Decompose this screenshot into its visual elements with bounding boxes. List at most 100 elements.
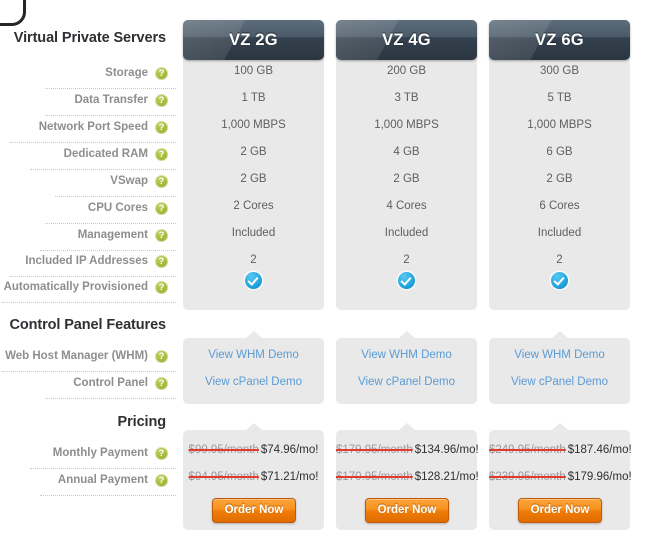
help-question-icon[interactable]: ? — [155, 254, 168, 268]
order-now-button[interactable]: Order Now — [518, 498, 602, 523]
feature-label-data-transfer: Data Transfer? — [45, 90, 176, 116]
annual-price-new: $179.96/mo! — [567, 471, 632, 483]
monthly-price-row: $179.95/month $134.96/mo! — [336, 444, 479, 456]
plan-demo-panel — [336, 331, 477, 404]
spec-value-dedicated-ram: 2 GB — [240, 146, 267, 158]
feature-label-included-ip-addresses: Included IP Addresses? — [10, 251, 176, 277]
help-question-icon[interactable]: ? — [155, 446, 168, 460]
section-heading-pricing: Pricing — [117, 414, 167, 430]
feature-label-management: Management? — [40, 225, 176, 251]
spec-value-dedicated-ram: 4 GB — [393, 146, 420, 158]
spec-value-storage: 100 GB — [234, 65, 273, 77]
spec-value-cpu-cores: 2 Cores — [233, 200, 274, 212]
feature-label-annual-payment: Annual Payment? — [40, 470, 176, 496]
section-heading-vps: Virtual Private Servers — [13, 30, 166, 46]
plan-specs-panel — [489, 20, 630, 310]
monthly-price-new: $74.96/mo! — [260, 444, 319, 456]
help-question-icon[interactable]: ? — [155, 93, 168, 107]
help-question-icon[interactable]: ? — [155, 228, 168, 242]
feature-label-text: Automatically Provisioned — [3, 281, 148, 293]
order-now-button[interactable]: Order Now — [212, 498, 296, 523]
monthly-price-old: $99.95/month — [188, 444, 259, 456]
spec-value-management: Included — [231, 227, 276, 239]
view-whm-demo-link[interactable]: View WHM Demo — [183, 349, 324, 361]
spec-value-data-transfer: 1 TB — [241, 92, 266, 104]
monthly-price-new: $134.96/mo! — [414, 444, 479, 456]
spec-value-vswap: 2 GB — [240, 173, 267, 185]
spec-value-management: Included — [537, 227, 582, 239]
spec-value-network-port-speed: 1,000 MBPS — [527, 119, 592, 131]
help-question-icon[interactable]: ? — [155, 201, 168, 215]
spec-value-auto-provisioned — [489, 272, 630, 292]
feature-label-whm: Web Host Manager (WHM)? — [2, 346, 176, 372]
feature-label-text: Data Transfer — [74, 94, 148, 106]
spec-value-included-ips: 2 — [250, 254, 257, 266]
panel-notch — [550, 331, 569, 339]
spec-value-auto-provisioned — [183, 272, 324, 292]
panel-notch — [397, 423, 416, 431]
annual-price-old: $170.95/month — [336, 471, 413, 483]
help-question-icon[interactable]: ? — [155, 66, 168, 80]
blue-check-icon — [245, 272, 262, 289]
annual-price-row: $170.95/month $128.21/mo! — [336, 471, 479, 483]
feature-label-text: Control Panel — [73, 377, 148, 389]
help-question-icon[interactable]: ? — [155, 349, 168, 363]
monthly-price-new: $187.46/mo! — [567, 444, 632, 456]
feature-label-text: Storage — [105, 67, 148, 79]
plan-header-vz-6g[interactable]: VZ 6G — [489, 20, 630, 60]
view-cpanel-demo-link[interactable]: View cPanel Demo — [489, 376, 630, 388]
view-cpanel-demo-link[interactable]: View cPanel Demo — [183, 376, 324, 388]
plan-name: VZ 6G — [535, 31, 584, 49]
feature-label-monthly-payment: Monthly Payment? — [30, 443, 176, 469]
help-question-icon[interactable]: ? — [155, 376, 168, 390]
annual-price-new: $128.21/mo! — [414, 471, 479, 483]
feature-label-text: Dedicated RAM — [63, 148, 148, 160]
feature-label-storage: Storage? — [45, 63, 176, 89]
spec-value-data-transfer: 5 TB — [547, 92, 572, 104]
feature-label-automatically-provisioned: Automatically Provisioned? — [2, 277, 176, 303]
feature-label-text: Monthly Payment — [52, 447, 148, 459]
panel-notch — [244, 331, 263, 339]
feature-label-control-panel: Control Panel? — [45, 373, 176, 399]
section-heading-control-panel: Control Panel Features — [9, 317, 166, 333]
feature-label-text: CPU Cores — [87, 202, 148, 214]
help-question-icon[interactable]: ? — [155, 473, 168, 487]
view-whm-demo-link[interactable]: View WHM Demo — [489, 349, 630, 361]
feature-label-text: VSwap — [110, 175, 148, 187]
view-whm-demo-link[interactable]: View WHM Demo — [336, 349, 477, 361]
order-now-button[interactable]: Order Now — [365, 498, 449, 523]
help-question-icon[interactable]: ? — [155, 120, 168, 134]
monthly-price-row: $99.95/month $74.96/mo! — [183, 444, 324, 456]
feature-label-text: Web Host Manager (WHM) — [5, 350, 148, 362]
annual-price-row: $239.95/month $179.96/mo! — [489, 471, 632, 483]
plan-specs-panel — [183, 20, 324, 310]
plan-specs-panel — [336, 20, 477, 310]
spec-value-included-ips: 2 — [556, 254, 563, 266]
feature-label-network-port-speed: Network Port Speed? — [10, 117, 176, 143]
plan-demo-panel — [183, 331, 324, 404]
pricing-table-page: Virtual Private Servers Storage? Data Tr… — [0, 0, 655, 534]
monthly-price-old: $179.95/month — [336, 444, 413, 456]
spec-value-network-port-speed: 1,000 MBPS — [221, 119, 286, 131]
spec-value-vswap: 2 GB — [546, 173, 573, 185]
feature-label-text: Annual Payment — [57, 474, 148, 486]
plan-header-vz-4g[interactable]: VZ 4G — [336, 20, 477, 60]
help-question-icon[interactable]: ? — [155, 147, 168, 161]
monthly-price-old: $249.95/month — [489, 444, 566, 456]
annual-price-old: $94.95/month — [188, 471, 259, 483]
annual-price-row: $94.95/month $71.21/mo! — [183, 471, 324, 483]
help-question-icon[interactable]: ? — [155, 174, 168, 188]
help-question-icon[interactable]: ? — [155, 280, 168, 294]
spec-value-included-ips: 2 — [403, 254, 410, 266]
feature-label-cpu-cores: CPU Cores? — [45, 198, 176, 224]
page-corner-decoration — [0, 0, 26, 26]
annual-price-old: $239.95/month — [489, 471, 566, 483]
spec-value-management: Included — [384, 227, 429, 239]
plan-name: VZ 4G — [382, 31, 431, 49]
panel-notch — [397, 331, 416, 339]
plan-header-vz-2g[interactable]: VZ 2G — [183, 20, 324, 60]
spec-value-auto-provisioned — [336, 272, 477, 292]
plan-demo-panel — [489, 331, 630, 404]
view-cpanel-demo-link[interactable]: View cPanel Demo — [336, 376, 477, 388]
annual-price-new: $71.21/mo! — [260, 471, 319, 483]
